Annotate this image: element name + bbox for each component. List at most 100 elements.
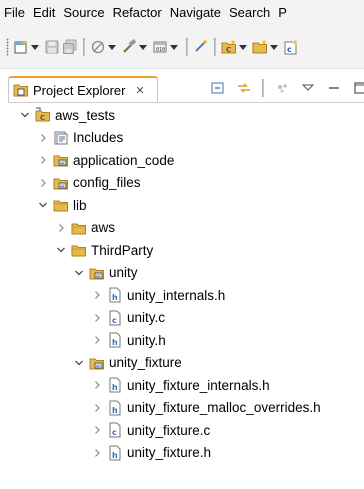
chevron-right-icon[interactable] [90,446,104,460]
tree-item[interactable]: h unity_internals.h [90,284,225,306]
chevron-right-icon[interactable] [90,288,104,302]
debug-button[interactable]: 010 [152,36,181,58]
main-toolbar: 010 C c [0,26,364,69]
svg-text:h: h [112,406,118,415]
chevron-right-icon[interactable] [36,131,50,145]
tree-item[interactable]: h unity.h [90,329,166,351]
tree-item-label: lib [73,197,87,213]
tree-item-label: unity_fixture_malloc_overrides.h [127,400,321,415]
tree-item-label: unity.c [127,310,166,325]
chevron-right-icon[interactable] [90,311,104,325]
header-file-icon: h [107,445,123,461]
svg-text:h: h [112,338,118,347]
folder-icon [71,242,87,258]
tree-item[interactable]: h unity_fixture_malloc_overrides.h [90,397,321,419]
tab-project-explorer-label: Project Explorer [33,82,126,98]
tree-item[interactable]: aws [54,217,115,239]
new-class-icon: c [283,39,299,55]
svg-text:010: 010 [156,47,165,53]
tree-item-label: unity_fixture_internals.h [127,377,270,393]
tree-item[interactable]: c unity_fixture.c [90,419,210,441]
chevron-down-icon[interactable] [72,266,86,280]
tree-item[interactable]: c unity.c [90,307,165,329]
header-file-icon: h [107,287,123,303]
c-source-file-icon: c [107,422,123,438]
menu-refactor[interactable]: Refactor [109,0,166,26]
chevron-right-icon[interactable] [36,176,50,190]
menu-source[interactable]: Source [59,0,108,26]
terminal-button[interactable] [193,36,209,58]
tree-item-label: unity_internals.h [127,287,226,303]
chevron-right-icon[interactable] [90,378,104,392]
chevron-down-icon[interactable] [72,356,86,370]
new-wizard-icon [13,39,29,55]
tree-item[interactable]: h unity_fixture.h [90,442,211,464]
skip-breakpoints-button[interactable] [90,36,119,58]
tree-item-label: unity_fixture [109,355,182,370]
chevron-right-icon[interactable] [90,333,104,347]
chevron-down-icon[interactable] [36,198,50,212]
tree-item-label: Includes [73,130,124,145]
new-wizard-button[interactable] [13,36,42,58]
link-with-editor-icon[interactable] [236,80,252,96]
tree-item-label: aws [91,220,116,235]
c-project-icon: C [35,107,51,123]
menu-search[interactable]: Search [225,0,274,26]
chevron-down-icon[interactable] [18,108,32,122]
tree-item-label: unity [109,265,138,280]
tree-item[interactable]: lib [36,194,87,216]
tree-item-label: unity.h [127,332,166,348]
chevron-right-icon[interactable] [90,423,104,437]
close-icon[interactable]: ✕ [135,84,144,97]
svg-text:C: C [226,46,231,54]
includes-icon [53,130,69,146]
chevron-right-icon[interactable] [36,153,50,167]
save-all-button[interactable] [62,36,78,58]
toolbar-grip[interactable] [6,38,9,56]
toolbar-separator [186,38,188,56]
tree-item[interactable]: Includes [36,127,123,149]
build-button[interactable] [121,36,150,58]
menu-edit[interactable]: Edit [29,0,59,26]
tree-item[interactable]: application_code [36,149,174,171]
tree-item-label: ThirdParty [91,242,154,258]
menu-project[interactable]: P [274,0,291,26]
folder-icon [53,197,69,213]
project-explorer-icon [13,82,29,98]
tree-item-label: aws_tests [55,107,116,123]
tree-item[interactable]: config_files [36,172,141,194]
new-class-button[interactable]: c [283,36,299,58]
filter-icon[interactable] [274,80,290,96]
source-folder-icon [53,152,69,168]
maximize-icon[interactable] [352,80,364,96]
tree-item[interactable]: unity_fixture [72,352,182,374]
chevron-right-icon[interactable] [54,221,68,235]
svg-text:h: h [112,451,118,460]
chevron-right-icon[interactable] [90,401,104,415]
tree-item[interactable]: unity [72,262,138,284]
svg-text:C: C [40,114,45,122]
debug-icon: 010 [152,39,168,55]
view-menu-icon[interactable] [300,80,316,96]
menu-navigate[interactable]: Navigate [166,0,225,26]
minimize-icon[interactable] [326,80,342,96]
menu-file[interactable]: File [0,0,29,26]
header-file-icon: h [107,377,123,393]
tree-item[interactable]: ThirdParty [54,239,153,261]
tab-project-explorer[interactable]: Project Explorer ✕ [8,76,158,102]
tree-item[interactable]: Caws_tests [18,104,115,126]
new-folder-button[interactable] [252,36,281,58]
tree-item-label: application_code [73,152,175,168]
collapse-all-icon[interactable] [210,80,226,96]
view-toolbar [210,78,364,98]
tree-item-label: unity_fixture.h [127,445,212,460]
save-button[interactable] [44,36,60,58]
tree-item-label: unity_fixture.c [127,422,211,438]
save-all-icon [62,39,78,55]
chevron-down-icon[interactable] [54,243,68,257]
new-c-project-button[interactable]: C [221,36,250,58]
tree-item[interactable]: h unity_fixture_internals.h [90,374,270,396]
terminal-icon [193,39,209,55]
source-folder-icon [89,265,105,281]
svg-text:c: c [112,316,117,325]
